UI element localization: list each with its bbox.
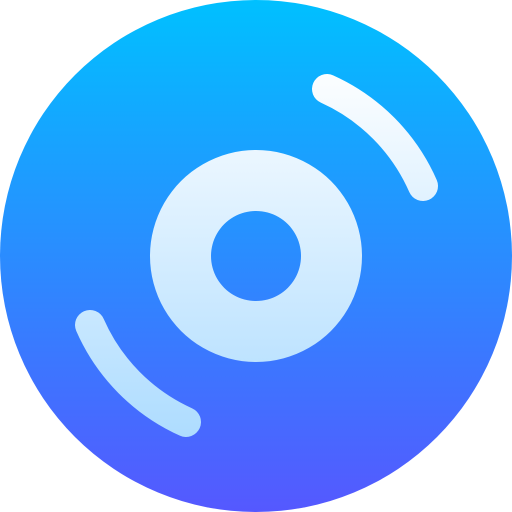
disc-icon bbox=[0, 0, 512, 512]
disc-app-icon bbox=[0, 0, 512, 512]
disc-background bbox=[0, 0, 512, 512]
